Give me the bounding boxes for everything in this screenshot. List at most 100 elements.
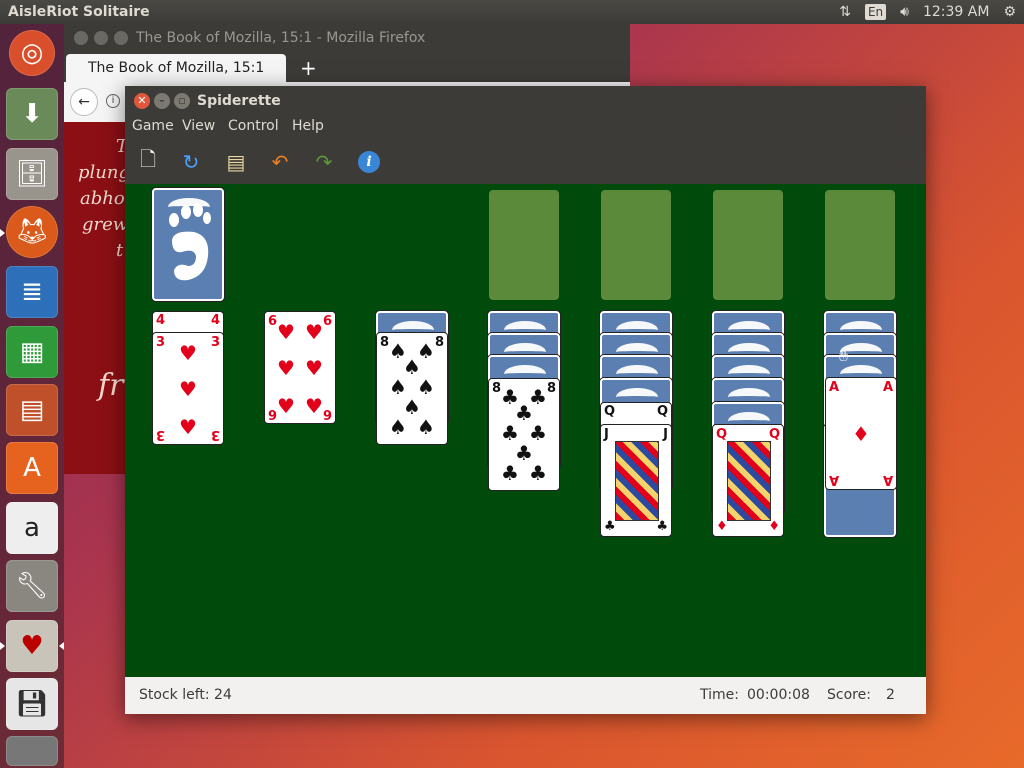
- suit-pip: ♠: [417, 415, 435, 439]
- card-ace-diamonds[interactable]: A A ♦ A A: [825, 377, 897, 490]
- suit-pip: ♣: [529, 421, 547, 445]
- close-icon[interactable]: ✕: [134, 93, 150, 109]
- firefox-tab[interactable]: The Book of Mozilla, 15:1: [66, 54, 286, 82]
- network-icon[interactable]: ⇅: [839, 0, 851, 24]
- card-rank: 4: [156, 313, 166, 328]
- menu-help[interactable]: Help: [292, 118, 324, 134]
- suit-pip: ♥: [179, 415, 197, 439]
- window-title: Spiderette: [197, 93, 281, 109]
- libreoffice-writer-icon[interactable]: ≣: [6, 266, 58, 318]
- card-rank: 8: [546, 381, 556, 396]
- firefox-titlebar[interactable]: The Book of Mozilla, 15:1 - Mozilla Fire…: [64, 24, 630, 52]
- volume-icon[interactable]: 🔊︎: [900, 0, 909, 24]
- redo-icon[interactable]: ↷: [310, 148, 338, 176]
- system-settings-icon[interactable]: 🔧︎: [6, 560, 58, 612]
- back-button[interactable]: ←: [70, 88, 98, 116]
- deal-icon[interactable]: ▤: [222, 148, 250, 176]
- suit-pip: ♥: [305, 356, 323, 380]
- card-jack-clubs[interactable]: J J ♣ ♣: [600, 424, 672, 537]
- foundation-slot[interactable]: [489, 190, 559, 300]
- suit-pip: ♥: [305, 320, 323, 344]
- page-text-line: grew: [82, 214, 129, 235]
- trash-icon[interactable]: [6, 736, 58, 766]
- suit-pip: ♣: [515, 401, 533, 425]
- card-rank: 8: [380, 335, 390, 350]
- minimize-icon[interactable]: [94, 31, 108, 45]
- info-icon[interactable]: i: [355, 148, 383, 176]
- suit-pip: ♣: [501, 421, 519, 445]
- new-game-icon[interactable]: 🗋︎: [134, 147, 162, 176]
- suit-pip: ♦: [716, 519, 728, 534]
- suit-pip: ♣: [515, 441, 533, 465]
- spiderette-window[interactable]: ✕ – ▫ Spiderette Game View Control Help …: [125, 86, 926, 714]
- card-queen-diamonds[interactable]: Q Q ♦ ♦: [712, 424, 784, 537]
- suit-pip: ♥: [277, 356, 295, 380]
- foundation-slot[interactable]: [601, 190, 671, 300]
- card-8-clubs[interactable]: 8 8 ♣ ♣ ♣ ♣ ♣ ♣ ♣ ♣: [488, 378, 560, 491]
- gnome-foot-icon: [169, 203, 211, 281]
- foundation-slot[interactable]: [825, 190, 895, 300]
- libreoffice-impress-icon[interactable]: ▤: [6, 384, 58, 436]
- card-rank: 8: [434, 335, 444, 350]
- maximize-icon[interactable]: [114, 31, 128, 45]
- floppy-disk-icon[interactable]: 💾︎: [6, 678, 58, 730]
- indicator-area: ⇅ En 🔊︎ 12:39 AM ⚙: [839, 0, 1016, 24]
- card-rank: 6: [322, 406, 332, 421]
- card-rank: 3: [156, 427, 166, 442]
- card-rank: 4: [210, 313, 220, 328]
- suit-pip: ♣: [656, 519, 668, 534]
- maximize-icon[interactable]: ▫: [174, 93, 190, 109]
- jack-portrait: [615, 441, 659, 521]
- stock-pile[interactable]: [152, 188, 224, 301]
- menu-game[interactable]: Game: [132, 118, 174, 134]
- ubuntu-dash-icon[interactable]: ◎: [9, 30, 55, 76]
- gear-icon[interactable]: ⚙: [1003, 0, 1016, 24]
- suit-pip: ♣: [604, 519, 616, 534]
- card-rank: 6: [268, 406, 278, 421]
- clock[interactable]: 12:39 AM: [923, 0, 989, 24]
- card-8-spades[interactable]: 8 8 ♠ ♠ ♠ ♠ ♠ ♠ ♠ ♠: [376, 332, 448, 445]
- foundation-slot[interactable]: [713, 190, 783, 300]
- amazon-icon[interactable]: a: [6, 502, 58, 554]
- stock-left-label: Stock left: 24: [139, 687, 232, 703]
- focused-indicator: [59, 642, 64, 650]
- files-icon[interactable]: 🗄︎: [6, 148, 58, 200]
- software-updater-icon[interactable]: ⬇: [6, 88, 58, 140]
- suit-pip: ♠: [417, 375, 435, 399]
- suit-pip: ♠: [389, 415, 407, 439]
- aisleriot-icon[interactable]: ♥: [6, 620, 58, 672]
- minimize-icon[interactable]: –: [154, 93, 170, 109]
- card-rank: Q: [604, 404, 616, 419]
- card-rank: 8: [492, 381, 502, 396]
- card-rank: J: [663, 427, 668, 442]
- restart-icon[interactable]: ↻: [177, 148, 205, 176]
- top-panel: AisleRiot Solitaire ⇅ En 🔊︎ 12:39 AM ⚙: [0, 0, 1024, 24]
- firefox-icon[interactable]: 🦊︎: [6, 206, 58, 258]
- card-3-hearts[interactable]: 3 3 ♥ ♥ ♥ 3 3: [152, 332, 224, 445]
- queen-portrait: [727, 441, 771, 521]
- keyboard-layout-indicator[interactable]: En: [864, 4, 887, 20]
- firefox-tabbar: The Book of Mozilla, 15:1 +: [64, 52, 630, 82]
- spiderette-titlebar[interactable]: ✕ – ▫ Spiderette: [125, 86, 926, 116]
- running-indicator: [0, 229, 5, 237]
- menu-control[interactable]: Control: [228, 118, 279, 134]
- suit-pip: ♦: [852, 422, 870, 446]
- close-icon[interactable]: [74, 31, 88, 45]
- game-board[interactable]: 4 4 3 3 ♥ ♥ ♥ 3 3 6 6 ♥ ♥ ♥ ♥ ♥ ♥ 6 6 8: [125, 184, 926, 677]
- card-6-hearts[interactable]: 6 6 ♥ ♥ ♥ ♥ ♥ ♥ 6 6: [264, 311, 336, 424]
- suit-pip: ♣: [501, 461, 519, 485]
- card-rank: A: [882, 380, 893, 395]
- new-tab-button[interactable]: +: [300, 56, 317, 80]
- menu-view[interactable]: View: [182, 118, 215, 134]
- suit-pip: ♦: [768, 519, 780, 534]
- ubuntu-software-icon[interactable]: A: [6, 442, 58, 494]
- card-rank: Q: [716, 427, 728, 442]
- menubar: Game View Control Help: [125, 116, 926, 140]
- libreoffice-calc-icon[interactable]: ▦: [6, 326, 58, 378]
- running-indicator: [0, 642, 5, 650]
- card-rank: A: [829, 380, 840, 395]
- grab-cursor-icon: ✋︎: [839, 346, 849, 365]
- site-info-icon[interactable]: i: [106, 94, 120, 108]
- undo-icon[interactable]: ↶: [266, 148, 294, 176]
- card-rank: A: [882, 472, 893, 487]
